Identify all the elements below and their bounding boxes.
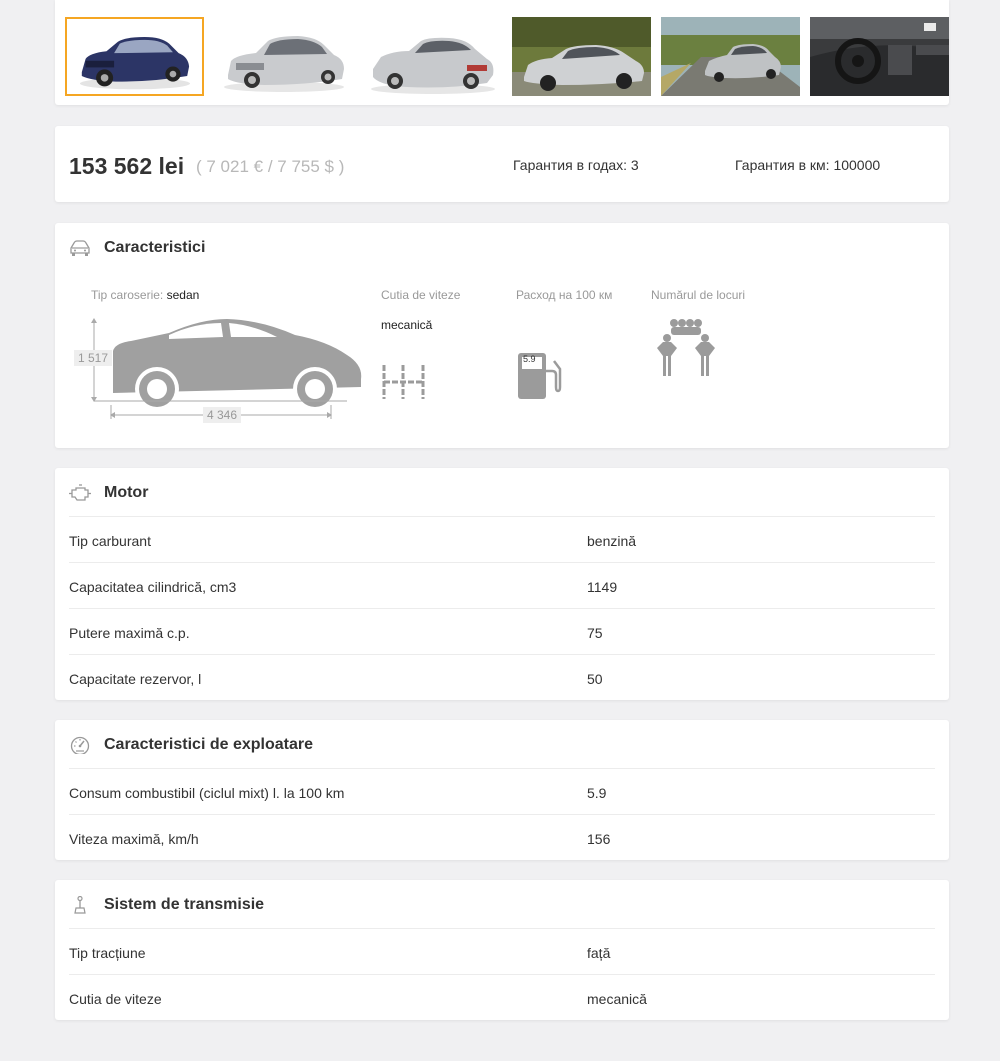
body-type-value: sedan (166, 288, 200, 302)
spec-value: benzină (587, 533, 637, 549)
thumbnail-5[interactable] (661, 17, 800, 96)
thumbnail-3[interactable] (363, 17, 502, 96)
transmisie-header: Sistem de transmisie (69, 880, 935, 930)
transmisie-card: Sistem de transmisie Tip tracțiune față … (55, 880, 949, 1020)
car-photo-blue-front (68, 19, 201, 94)
spec-value: 50 (587, 671, 603, 687)
characteristics-title: Caracteristici (104, 239, 206, 256)
spec-row: Tip carburant benzină (69, 516, 935, 562)
price-card: 153 562 lei ( 7 021 € / 7 755 $ ) Гарант… (55, 126, 949, 202)
characteristics-header: Caracteristici (69, 223, 935, 273)
spec-row: Capacitatea cilindrică, cm3 1149 (69, 562, 935, 608)
spec-value: 5.9 (587, 785, 607, 801)
gearbox-icon (382, 365, 425, 399)
car-icon (70, 240, 90, 256)
exploatare-title: Caracteristici de exploatare (104, 736, 313, 753)
spec-value: mecanică (587, 991, 647, 1007)
spec-row: Tip tracțiune față (69, 928, 935, 974)
car-photo-motion (512, 17, 651, 96)
seats-value: 5 (682, 348, 689, 362)
spec-row: Putere maximă c.p. 75 (69, 608, 935, 654)
body-type-label: Tip caroserie: (91, 288, 164, 302)
motor-card: Motor Tip carburant benzină Capacitatea … (55, 468, 949, 700)
spec-value: 75 (587, 625, 603, 641)
characteristics-card: Caracteristici Tip caroserie: sedan 1 51… (55, 223, 949, 448)
gearbox-value: mecanică (381, 318, 433, 332)
consumption-label: Расход на 100 км (516, 288, 613, 302)
spec-key: Consum combustibil (ciclul mixt) l. la 1… (69, 785, 345, 801)
spec-value: 1149 (587, 579, 618, 595)
car-photo-silver-rear (363, 17, 502, 96)
transmisie-title: Sistem de transmisie (104, 896, 265, 913)
spec-key: Tip carburant (69, 533, 151, 549)
price-converted: ( 7 021 € / 7 755 $ ) (196, 157, 345, 176)
fuel-pump-value: 5.9 (523, 354, 536, 364)
spec-key: Viteza maximă, km/h (69, 831, 199, 847)
spec-key: Cutia de viteze (69, 991, 162, 1007)
interior-photo (810, 17, 949, 96)
height-dimension: 1 517 (74, 350, 113, 366)
motor-header: Motor (69, 468, 935, 518)
motor-title: Motor (104, 484, 149, 501)
spec-key: Putere maximă c.p. (69, 625, 190, 641)
speedometer-icon (70, 736, 90, 754)
spec-row: Viteza maximă, km/h 156 (69, 814, 935, 860)
body-type-label-wrap: Tip caroserie: sedan (91, 288, 199, 302)
spec-row: Consum combustibil (ciclul mixt) l. la 1… (69, 768, 935, 814)
thumbnail-1[interactable] (65, 17, 204, 96)
spec-row: Cutia de viteze mecanică (69, 974, 935, 1020)
spec-key: Tip tracțiune (69, 945, 146, 961)
thumbnail-2[interactable] (214, 17, 353, 96)
seats-label: Numărul de locuri (651, 288, 746, 302)
thumbnail-4[interactable] (512, 17, 651, 96)
price-lei: 153 562 lei (69, 153, 185, 179)
car-photo-road (661, 17, 800, 96)
spec-key: Capacitatea cilindrică, cm3 (69, 579, 237, 595)
spec-value: față (587, 945, 611, 961)
warranty-years: Гарантия в годах: 3 (513, 157, 639, 173)
exploatare-header: Caracteristici de exploatare (69, 720, 935, 770)
spec-row: Capacitate rezervor, l 50 (69, 654, 935, 700)
gearbox-label: Cutia de viteze (381, 288, 461, 302)
gear-shifter-icon (74, 896, 86, 914)
warranty-km: Гарантия в км: 100000 (735, 157, 881, 173)
photo-gallery (55, 0, 949, 105)
spec-key: Capacitate rezervor, l (69, 671, 202, 687)
engine-icon (69, 484, 91, 501)
thumbnail-6[interactable] (810, 17, 949, 96)
length-dimension: 4 346 (203, 407, 242, 423)
car-photo-silver-front (214, 17, 353, 96)
spec-value: 156 (587, 831, 611, 847)
exploatare-card: Caracteristici de exploatare Consum comb… (55, 720, 949, 860)
